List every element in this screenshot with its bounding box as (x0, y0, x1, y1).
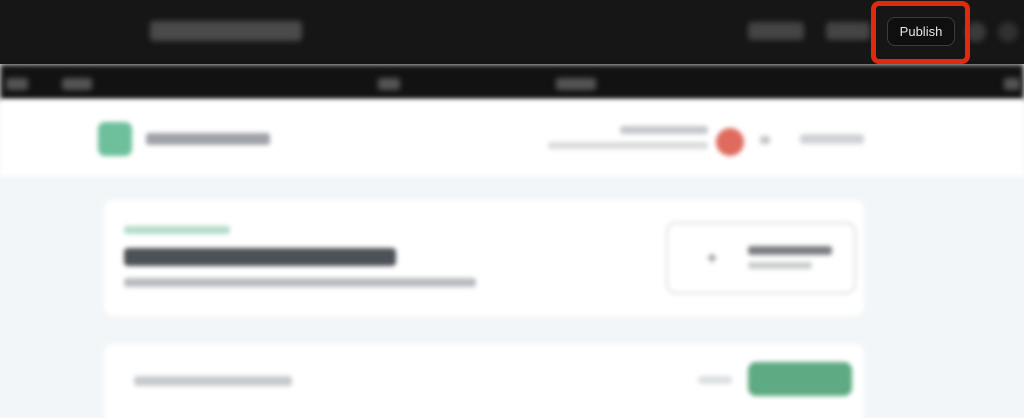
hero-subtitle-blurred (124, 278, 476, 287)
toolbar-link-blurred[interactable] (748, 22, 804, 40)
subtoolbar-item[interactable] (556, 78, 596, 90)
site-header (0, 100, 1024, 176)
cta-card[interactable]: + (666, 222, 856, 294)
toolbar-icon-blurred[interactable] (998, 22, 1018, 42)
site-preview: + (0, 100, 1024, 418)
avatar[interactable] (716, 128, 744, 156)
hero-card: + (104, 200, 864, 316)
editor-subtoolbar (0, 64, 1024, 100)
site-title-blurred (150, 21, 302, 41)
form-input-blurred[interactable] (134, 376, 292, 386)
subtoolbar-item[interactable] (1004, 78, 1020, 90)
header-text-blurred (548, 142, 708, 149)
hero-heading-blurred (124, 248, 396, 266)
cta-text-blurred (748, 262, 812, 269)
chevron-down-icon[interactable] (760, 136, 770, 144)
header-link-blurred[interactable] (800, 134, 864, 144)
form-card (104, 344, 864, 418)
header-text-blurred (620, 126, 708, 134)
form-submit-button-blurred[interactable] (748, 362, 852, 396)
subtoolbar-item[interactable] (6, 78, 28, 90)
form-meta-blurred (698, 376, 732, 384)
plus-icon: + (706, 248, 718, 268)
logo-icon (98, 122, 132, 156)
site-name-blurred (146, 133, 270, 145)
publish-button[interactable]: Publish (887, 17, 955, 46)
cta-text-blurred (748, 246, 832, 255)
subtoolbar-item[interactable] (378, 78, 400, 90)
hero-eyebrow-blurred (124, 226, 230, 234)
toolbar-link-blurred[interactable] (826, 22, 870, 40)
subtoolbar-item[interactable] (62, 78, 92, 90)
